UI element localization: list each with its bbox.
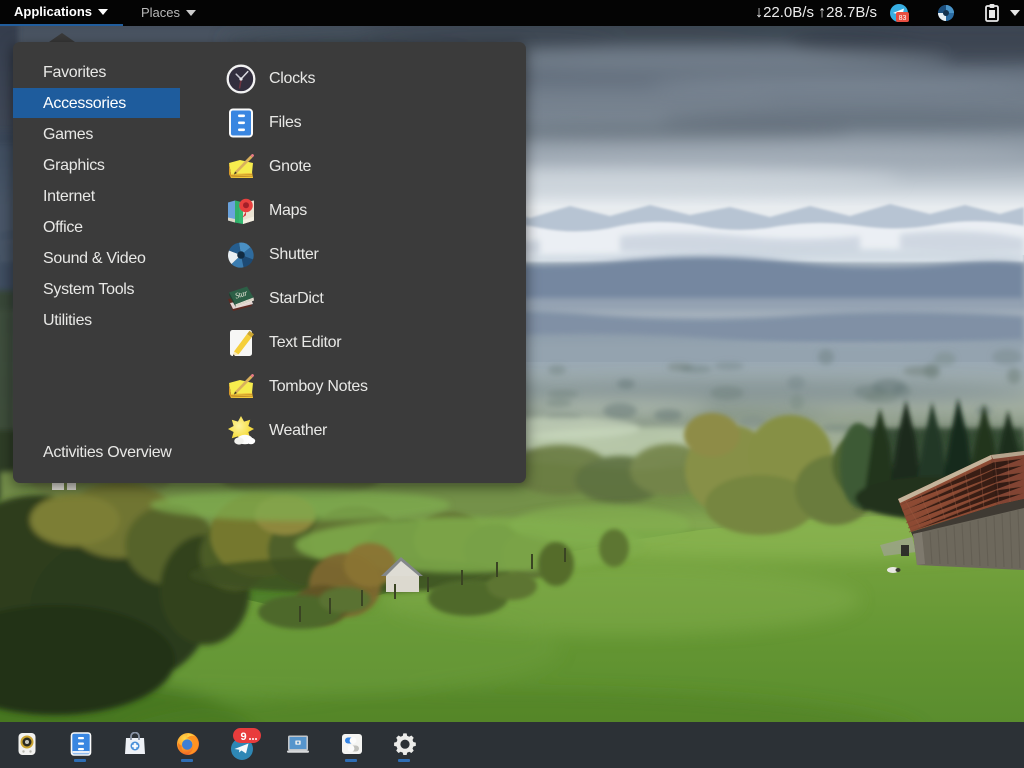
- svg-text:9: 9: [240, 731, 246, 743]
- svg-text:83: 83: [899, 15, 907, 22]
